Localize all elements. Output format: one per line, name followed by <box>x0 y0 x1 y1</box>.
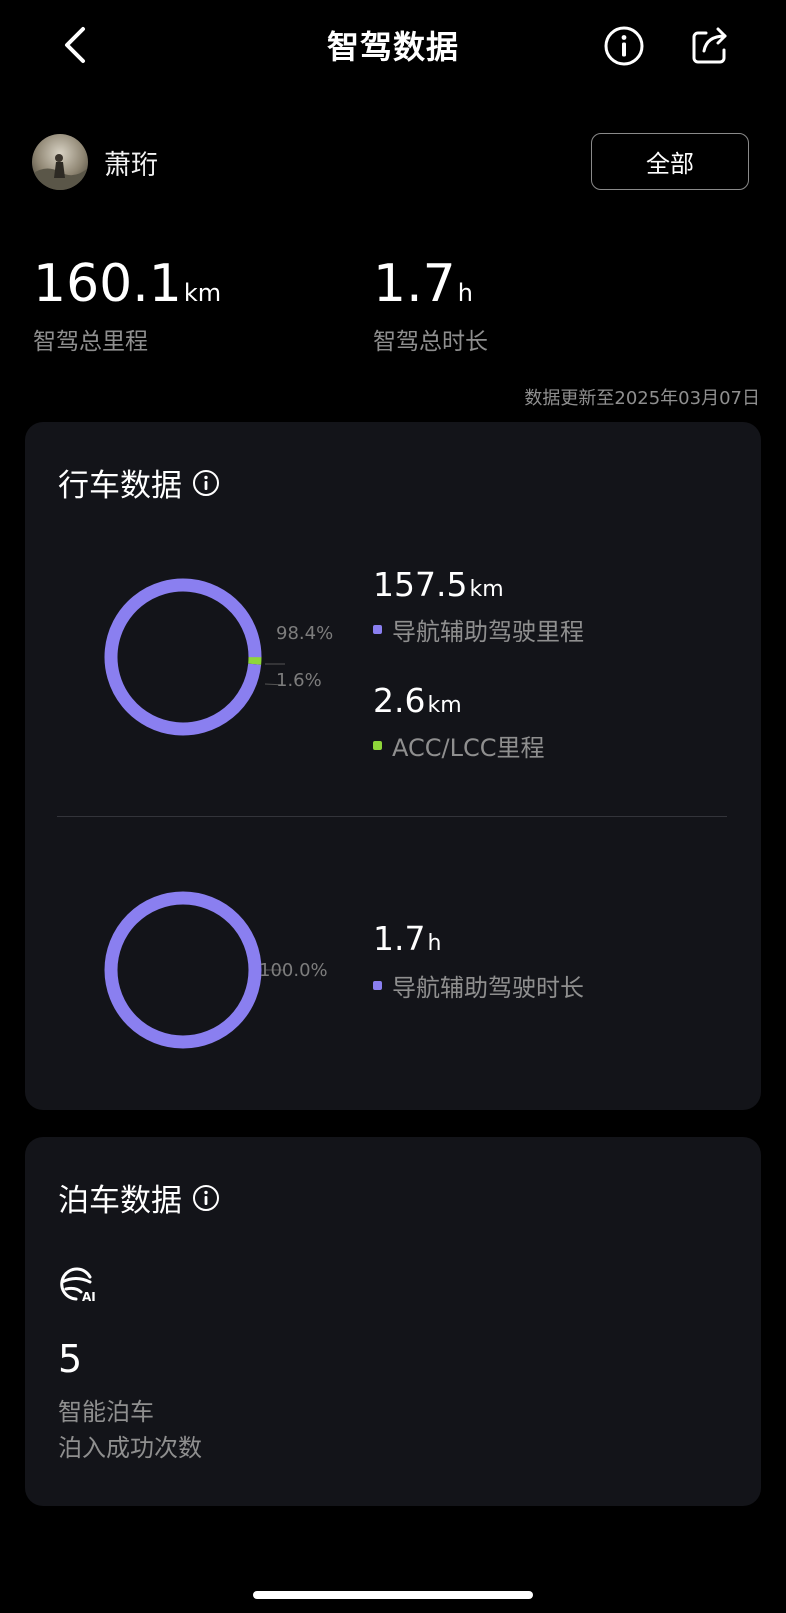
total-distance-unit: km <box>183 279 222 307</box>
acc-distance-label: ACC/LCC里程 <box>392 734 545 762</box>
distance-donut-chart <box>104 578 286 736</box>
info-icon <box>604 26 644 66</box>
nav-time-value: 1.7h <box>373 922 441 956</box>
parking-count: 5 <box>58 1337 83 1381</box>
parking-label-2: 泊入成功次数 <box>58 1434 202 1462</box>
info-icon[interactable] <box>192 469 220 497</box>
acc-distance-legend: ACC/LCC里程 <box>373 728 544 763</box>
home-indicator[interactable] <box>253 1591 533 1599</box>
time-pct-nav: 100.0% <box>259 960 328 981</box>
filter-button[interactable]: 全部 <box>591 133 749 190</box>
driving-data-header: 行车数据 <box>58 460 220 505</box>
donut-segment-0 <box>104 891 262 1049</box>
acc-distance-number: 2.6 <box>373 681 426 720</box>
total-distance-value: 160.1 <box>33 254 182 314</box>
nav-time-unit: h <box>427 931 442 956</box>
avatar-image <box>32 134 88 190</box>
legend-dot <box>373 625 382 634</box>
page-title: 智驾数据 <box>326 28 459 66</box>
nav-distance-legend: 导航辅助驾驶里程 <box>373 612 584 647</box>
divider <box>57 816 727 817</box>
nav-time-label: 导航辅助驾驶时长 <box>392 974 584 1002</box>
distance-pct-acc: 1.6% <box>276 670 322 691</box>
acc-distance-unit: km <box>427 693 462 718</box>
total-time-label: 智驾总时长 <box>373 329 488 355</box>
nav-time-number: 1.7 <box>373 919 426 958</box>
update-note: 数据更新至2025年03月07日 <box>524 388 760 409</box>
nav-distance-unit: km <box>469 577 504 602</box>
parking-data-title: 泊车数据 <box>58 1183 182 1219</box>
nav-time-legend: 导航辅助驾驶时长 <box>373 968 584 1003</box>
parking-label-1: 智能泊车 <box>58 1398 154 1426</box>
acc-distance-value: 2.6km <box>373 684 462 718</box>
total-distance-label: 智驾总里程 <box>33 329 148 355</box>
legend-dot <box>373 981 382 990</box>
nav-distance-number: 157.5 <box>373 565 468 604</box>
share-button[interactable] <box>688 24 732 68</box>
driving-data-title: 行车数据 <box>58 468 182 504</box>
total-time: 1.7h <box>373 258 473 310</box>
parking-data-header: 泊车数据 <box>58 1175 220 1220</box>
share-icon <box>692 27 727 64</box>
donut-segment-0 <box>104 578 262 736</box>
username: 萧珩 <box>104 150 158 181</box>
parking-data-card: 泊车数据 AI 5 智能泊车 泊入成功次数 <box>25 1137 761 1506</box>
distance-pct-nav: 98.4% <box>276 623 334 644</box>
nav-distance-value: 157.5km <box>373 568 504 602</box>
nav-distance-label: 导航辅助驾驶里程 <box>392 618 584 646</box>
info-icon[interactable] <box>192 1184 220 1212</box>
legend-dot <box>373 741 382 750</box>
total-time-unit: h <box>457 279 473 307</box>
driving-data-card: 行车数据 98.4% 1.6% 157.5km 导航辅助驾驶里程 2.6km A… <box>25 422 761 1110</box>
total-time-value: 1.7 <box>373 254 456 314</box>
avatar[interactable] <box>32 134 88 190</box>
info-button[interactable] <box>602 24 646 68</box>
steering-wheel-ai-icon: AI <box>60 1267 96 1304</box>
svg-text:AI: AI <box>82 1290 96 1304</box>
total-distance: 160.1km <box>33 258 221 310</box>
